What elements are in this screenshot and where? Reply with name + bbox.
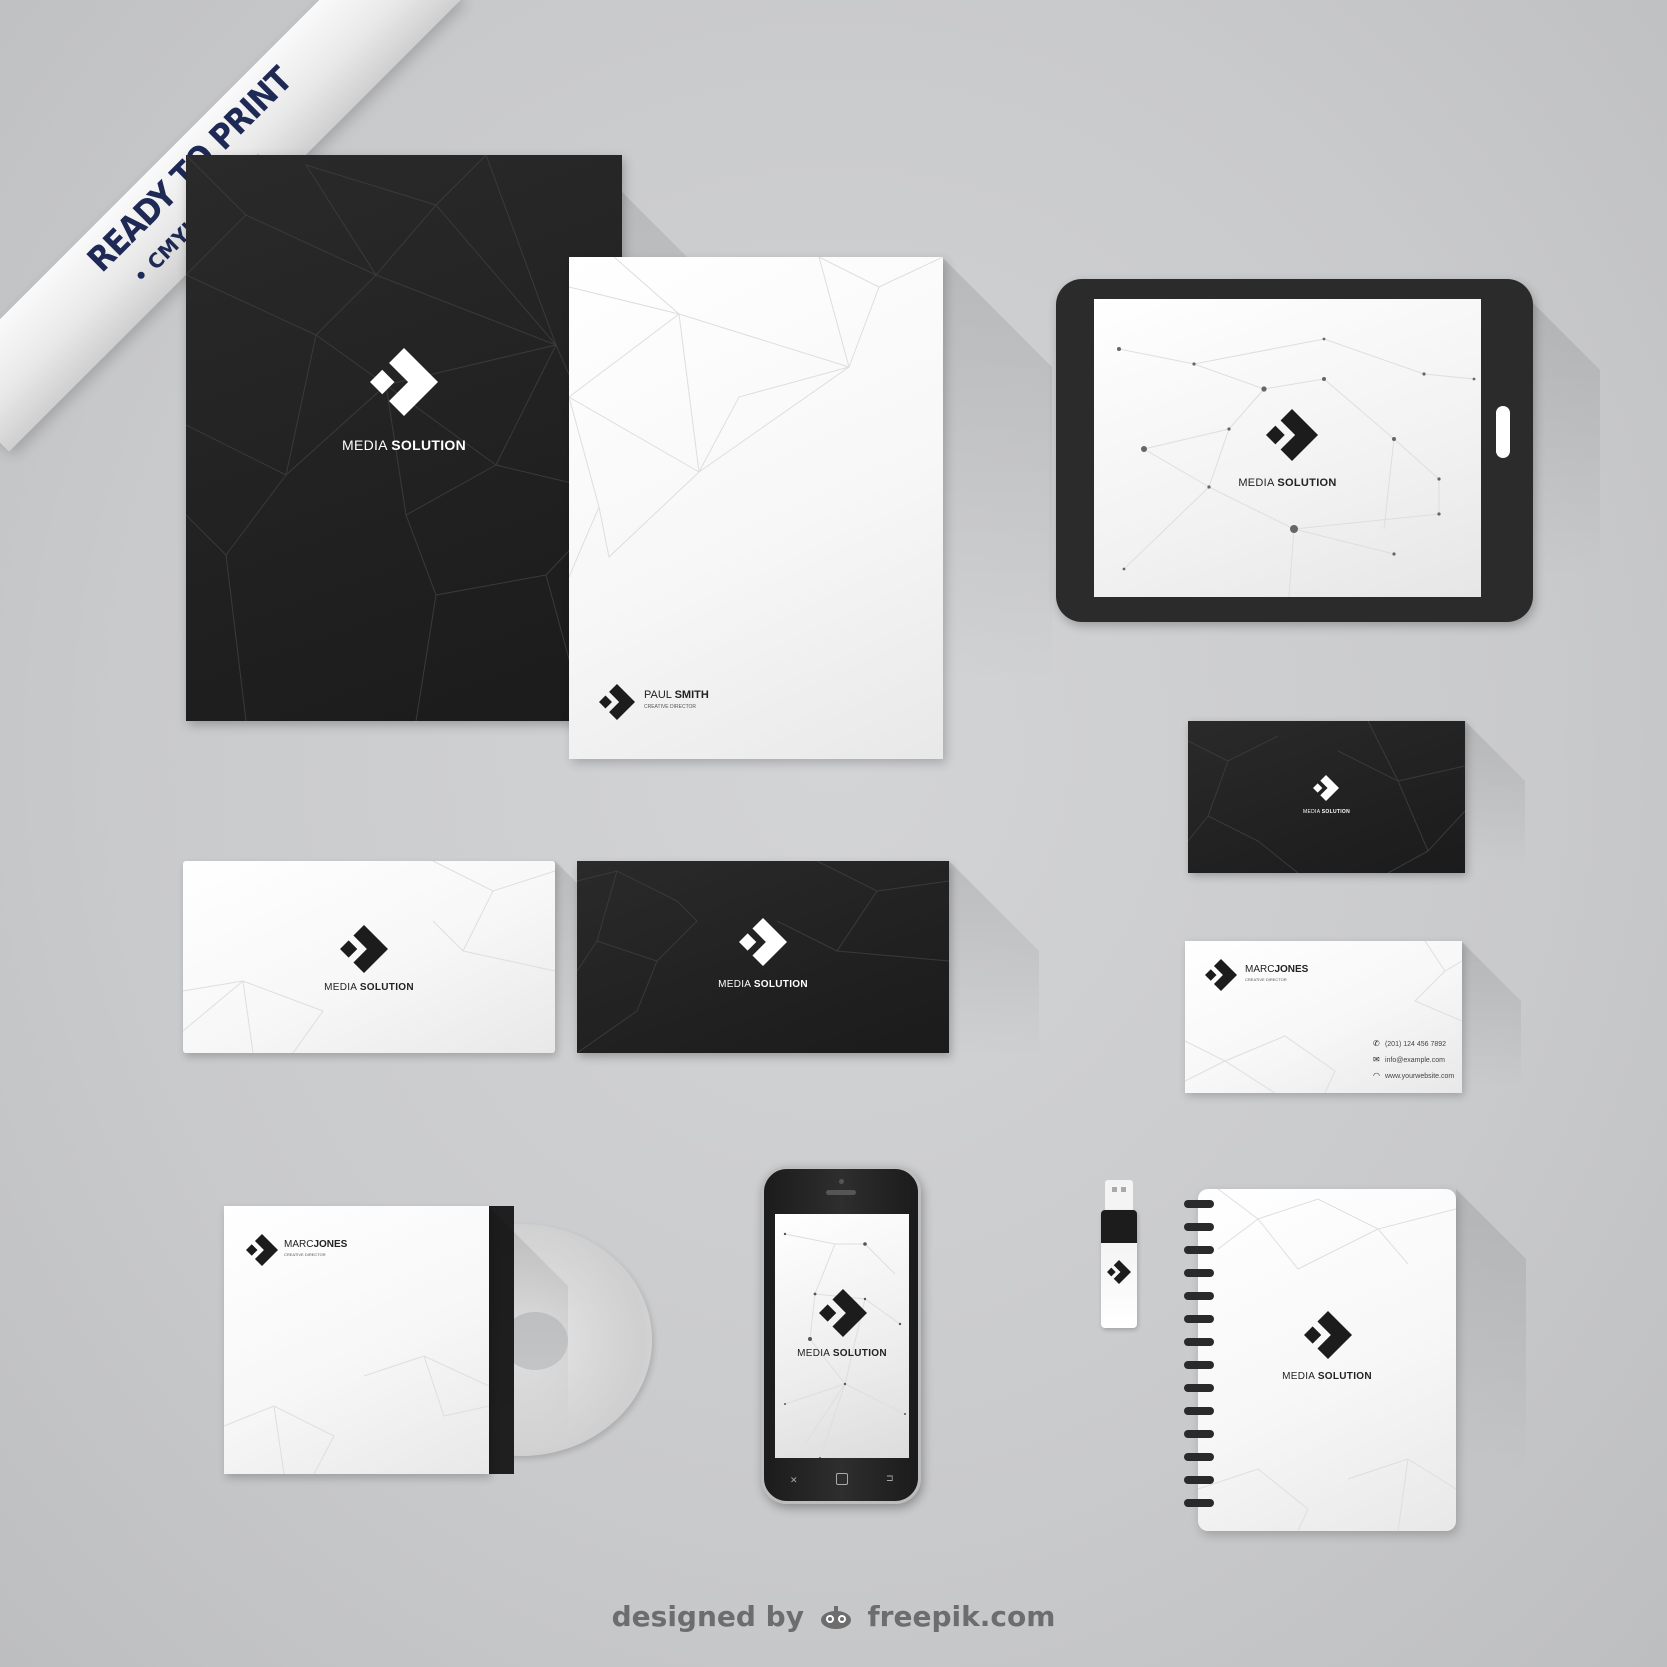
- usb-body: [1101, 1210, 1137, 1328]
- logo-chevron-icon: [340, 925, 388, 973]
- dark-envelope: MEDIA SOLUTION: [577, 861, 949, 1053]
- notebook-spiral: [1184, 1200, 1214, 1520]
- dark-business-card: MEDIA SOLUTION: [1188, 721, 1465, 873]
- logo-chevron-icon: [1107, 1260, 1131, 1284]
- card-role: CREATIVE DIRECTOR: [1245, 977, 1287, 982]
- wifi-icon: ◠: [1373, 1071, 1380, 1080]
- phone-home-button[interactable]: [836, 1473, 848, 1485]
- brand-bold-word: SOLUTION: [391, 437, 466, 453]
- usb-connector: [1105, 1180, 1133, 1210]
- card-email: info@example.com: [1384, 1057, 1445, 1064]
- usb-logo: [1107, 1260, 1131, 1284]
- phone-back-icon[interactable]: ✕: [790, 1475, 798, 1486]
- brand-bold-word: SOLUTION: [753, 979, 808, 990]
- card-logo: [1205, 959, 1237, 991]
- card-name: MARCJONES: [1245, 964, 1308, 975]
- brand-light-word: MEDIA: [1303, 809, 1321, 815]
- brand-bold-word: SOLUTION: [1321, 809, 1350, 815]
- logo-chevron-icon: [1304, 1311, 1352, 1359]
- card-last-name: JONES: [1274, 964, 1309, 975]
- card-phone: (201) 124 456 7892: [1384, 1041, 1447, 1048]
- card-website: www.yourwebsite.com: [1384, 1073, 1455, 1080]
- dark-folder: MEDIA SOLUTION: [186, 155, 622, 721]
- folder-brand: MEDIA SOLUTION: [186, 437, 622, 453]
- tablet-screen: MEDIA SOLUTION: [1094, 299, 1481, 597]
- brand-bold-word: SOLUTION: [1317, 1371, 1372, 1382]
- card-first-name: MARC: [1245, 964, 1275, 975]
- sleeve-last-name: JONES: [313, 1239, 348, 1250]
- logo-chevron-icon: [246, 1234, 278, 1266]
- brand-light-word: MEDIA: [1238, 477, 1275, 489]
- sleeve-role: CREATIVE DIRECTOR: [284, 1252, 326, 1257]
- tablet-brand: MEDIA SOLUTION: [1094, 477, 1481, 489]
- brand-bold-word: SOLUTION: [1277, 477, 1337, 489]
- brand-light-word: MEDIA: [1282, 1371, 1315, 1382]
- card-email-row: ✉ info@example.com: [1373, 1055, 1445, 1064]
- logo-chevron-icon: [819, 1289, 867, 1337]
- logo-chevron-icon: [370, 348, 438, 416]
- brand-light-word: MEDIA: [718, 979, 751, 990]
- freepik-mascot-icon: [818, 1604, 854, 1630]
- spiral-notebook: MEDIA SOLUTION: [1198, 1189, 1456, 1531]
- tablet-home-button[interactable]: [1496, 406, 1510, 458]
- brand-light-word: MEDIA: [324, 982, 357, 993]
- letterhead-first-name: PAUL: [644, 689, 672, 701]
- brand-bold-word: SOLUTION: [359, 982, 414, 993]
- brand-bold-word: SOLUTION: [832, 1348, 887, 1359]
- letterhead-name: PAUL SMITH: [644, 689, 709, 701]
- cd-sleeve: MARCJONES CREATIVE DIRECTOR: [224, 1206, 489, 1474]
- sleeve-name: MARCJONES: [284, 1239, 347, 1250]
- letterhead-role: CREATIVE DIRECTOR: [644, 704, 697, 710]
- envelope-brand: MEDIA SOLUTION: [183, 982, 555, 993]
- dark-envelope-logo: [739, 918, 787, 966]
- phone-speaker: [826, 1190, 856, 1195]
- phone-logo: [819, 1289, 867, 1337]
- tablet-logo: [1266, 409, 1318, 461]
- letterhead-last-name: SMITH: [674, 689, 709, 701]
- logo-chevron-icon: [1313, 775, 1339, 801]
- card-phone-row: ✆ (201) 124 456 7892: [1373, 1039, 1446, 1048]
- polygon-pattern: [1198, 1189, 1456, 1531]
- credit-site: freepik.com: [867, 1600, 1056, 1633]
- letterhead-logo: [599, 684, 635, 720]
- phone-camera: [839, 1179, 844, 1184]
- dark-card-logo: [1313, 775, 1339, 801]
- mail-icon: ✉: [1373, 1055, 1380, 1064]
- notebook-logo: [1304, 1311, 1352, 1359]
- tablet: MEDIA SOLUTION: [1056, 279, 1533, 622]
- logo-chevron-icon: [739, 918, 787, 966]
- sleeve-first-name: MARC: [284, 1239, 314, 1250]
- sleeve-logo: [246, 1234, 278, 1266]
- white-envelope: MEDIA SOLUTION: [183, 861, 555, 1053]
- folder-logo: [370, 348, 438, 416]
- usb-drive: [1101, 1180, 1137, 1330]
- smartphone: MEDIA SOLUTION ✕ ⊐: [761, 1166, 921, 1504]
- phone-screen: MEDIA SOLUTION: [775, 1214, 909, 1458]
- brand-light-word: MEDIA: [797, 1348, 830, 1359]
- logo-chevron-icon: [1266, 409, 1318, 461]
- dark-card-brand: MEDIA SOLUTION: [1188, 809, 1465, 815]
- letterhead-page: PAUL SMITH CREATIVE DIRECTOR: [569, 257, 943, 759]
- phone-menu-icon[interactable]: ⊐: [886, 1473, 894, 1484]
- phone-brand: MEDIA SOLUTION: [775, 1348, 909, 1359]
- dark-envelope-brand: MEDIA SOLUTION: [577, 979, 949, 990]
- phone-icon: ✆: [1373, 1039, 1380, 1048]
- logo-chevron-icon: [1205, 959, 1237, 991]
- credit-prefix: designed by: [611, 1600, 804, 1633]
- logo-chevron-icon: [599, 684, 635, 720]
- brand-light-word: MEDIA: [341, 437, 388, 453]
- envelope-logo: [340, 925, 388, 973]
- credit-line: designed by freepik.com: [0, 1600, 1667, 1633]
- notebook-brand: MEDIA SOLUTION: [1198, 1371, 1456, 1382]
- card-website-row: ◠ www.yourwebsite.com: [1373, 1071, 1454, 1080]
